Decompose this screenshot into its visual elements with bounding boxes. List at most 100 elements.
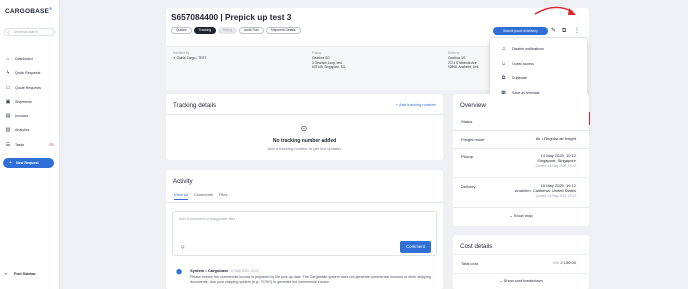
pickup-line: 637145, Singapore, SG [312,64,346,69]
tab-audit-trail[interactable]: Audit Trail [238,27,264,34]
pickup-place: Singapore, Singapore [537,157,576,163]
comment-placeholder: Add a comment or drag/paste files [179,217,236,221]
delivery-line: 92806, Anaheim, Unit [448,64,479,69]
tab-view-all[interactable]: View all [174,192,188,200]
sidebar-item-tasks[interactable]: ☰ Tasks [0,138,60,152]
entry-header: System • Cargobase 12 May 2025, 10:22 [190,268,259,273]
comment-button[interactable]: Comment [400,241,431,253]
tab-quotes[interactable]: Quotes [171,27,192,34]
show-map-button[interactable]: ⌄ Show map [453,213,589,218]
tracking-empty-title: No tracking number added [272,138,337,144]
pickup-label: Pickup [312,51,322,55]
entry-author: System • Cargobase [190,268,229,273]
tracking-title: Tracking details [173,102,217,109]
attachment-icon[interactable]: ⚲ [181,245,185,251]
pickup-overview-value: 14 May 2025, 10:12 Singapore, Singapore Qu… [535,153,576,168]
menu-item-disable-notifications[interactable]: ♫ Disable notifications [490,44,589,55]
divider [166,202,443,203]
invoice-icon: ▤ [5,113,11,120]
activity-tabs: View all Comments Files [174,192,228,200]
more-menu-icon[interactable]: ⋮ [574,27,580,35]
divider [453,273,589,274]
sidebar-item-shipments[interactable]: ▣ Shipments [0,95,60,109]
sidebar-item-label: Analytics [15,128,30,133]
duplicate-icon: ⧉ [501,75,506,81]
pickup-overview-label: Pickup [461,154,474,159]
box-icon: ▣ [5,98,11,105]
sidebar-item-quote-requests[interactable]: ▭ Quote Requests [0,81,60,95]
search-input[interactable]: ⚲ Universal search [4,28,55,36]
menu-item-label: Disable notifications [512,47,544,51]
page-title: S657084400 | Prepick up test 3 [171,12,292,22]
handled-by-name: Global Cargo - TEST [176,56,207,61]
sidebar-item-quick-requests[interactable]: ϟ Quick Requests [0,66,60,80]
menu-item-label: Duplicate [512,76,527,80]
new-request-label: New Request [16,161,39,165]
delivery-place: Anaheim, California, United States [514,187,576,193]
new-request-button[interactable]: + New Request [3,158,54,168]
chart-icon: ▥ [5,127,11,134]
sidebar-item-invoices[interactable]: ▤ Invoices [0,109,60,123]
divider [453,130,589,131]
freight-label: Freight mode [461,137,485,142]
handled-by: Handled by ✈ Global Cargo - TEST [173,51,206,61]
sidebar-item-label: Invoices [15,114,29,119]
sidebar-item-label: Dashboard [15,57,33,61]
logo-text: CARGOBASE [5,8,50,16]
delivery-overview-value: 16 May 2025, 19:12 Anaheim, California, U… [514,183,576,198]
sidebar-nav: ⌂ Dashboard ϟ Quick Requests ▭ Quote Reques… [0,52,60,152]
delivery-label: Delivery [448,51,460,55]
annotation-arrow [534,6,576,15]
handled-by-label: Handled by [173,51,190,55]
menu-item-duplicate[interactable]: ⧉ Duplicate [490,73,589,84]
entry-timestamp: 12 May 2025, 10:22 [230,269,259,273]
tab-shipment-details[interactable]: Shipment Details [265,27,301,34]
cost-breakdown-button[interactable]: ⌄ Show cost breakdown [453,278,589,283]
activity-title: Activity [173,178,193,185]
cost-title: Cost details [460,243,493,250]
sidebar-item-dashboard[interactable]: ⌂ Dashboard [0,52,60,66]
divider [166,114,443,115]
total-cost-value: USD 2,130.00 [553,260,576,266]
home-icon: ⌂ [6,56,10,62]
entry-text: Please ensure the commercial invoice is … [190,275,431,285]
show-map-label: Show map [513,213,533,218]
sidebar-item-label: Tasks [15,142,25,147]
search-icon: ⚲ [7,30,10,35]
sidebar-item-analytics[interactable]: ▥ Analytics [0,123,60,137]
tab-tracking[interactable]: Tracking [193,27,217,34]
app-logo[interactable]: CARGOBASE® [5,6,52,15]
menu-item-guest-access[interactable]: ☺ Guest access [490,59,589,70]
overview-card: Overview Status Freight mode Air • Regula… [453,94,589,226]
cost-card: Cost details Total cost USD 2,130.00 ⌄ S… [453,235,589,289]
plus-icon: + [9,160,12,166]
total-cost-row: Total cost USD 2,130.00 [461,260,576,266]
edit-icon[interactable]: ✎ [551,27,556,35]
status-row: Status [461,119,576,124]
tab-billing: Billing [218,27,237,34]
fold-sidebar-button[interactable]: ⇤ Fold Sidebar [5,272,36,276]
list-icon: ☰ [5,141,11,148]
submit-pod-button[interactable]: Submit proof of delivery [493,27,548,35]
add-tracking-link[interactable]: + Add tracking number [396,102,436,107]
tasks-badge [49,142,54,146]
sidebar: CARGOBASE® ⚲ Universal search ⌂ Dashboard … [0,0,60,289]
status-label: Status [461,119,473,124]
tab-comments[interactable]: Comments [194,192,213,200]
logo-mark: ® [49,6,53,11]
bell-icon: ♫ [501,46,506,52]
delivery-row: Delivery 16 May 2025, 19:12 Anaheim, Cali… [461,183,576,197]
comment-input[interactable]: Add a comment or drag/paste files ⚲ Comm… [172,211,437,256]
external-link-icon[interactable]: ⧉ [562,27,566,35]
pickup-quoted: Quoted: 14 May 2025, 10:12 [535,163,576,168]
tab-files[interactable]: Files [219,192,227,200]
delivery-quoted: Quoted: 16 May 2025, 19:12 [535,193,576,198]
user-icon: ☺ [500,61,507,67]
activity-card: Activity View all Comments Files Add a c… [166,170,443,289]
total-amount: 2,130.00 [560,260,576,265]
handled-by-value: ✈ Global Cargo - TEST [173,56,206,60]
fold-icon: ⇤ [5,272,9,276]
quote-icon: ▭ [5,84,11,91]
divider [453,177,589,178]
delivery-address: Delivery Gearbox US 2721 S Miranda Ave 9… [448,51,478,69]
